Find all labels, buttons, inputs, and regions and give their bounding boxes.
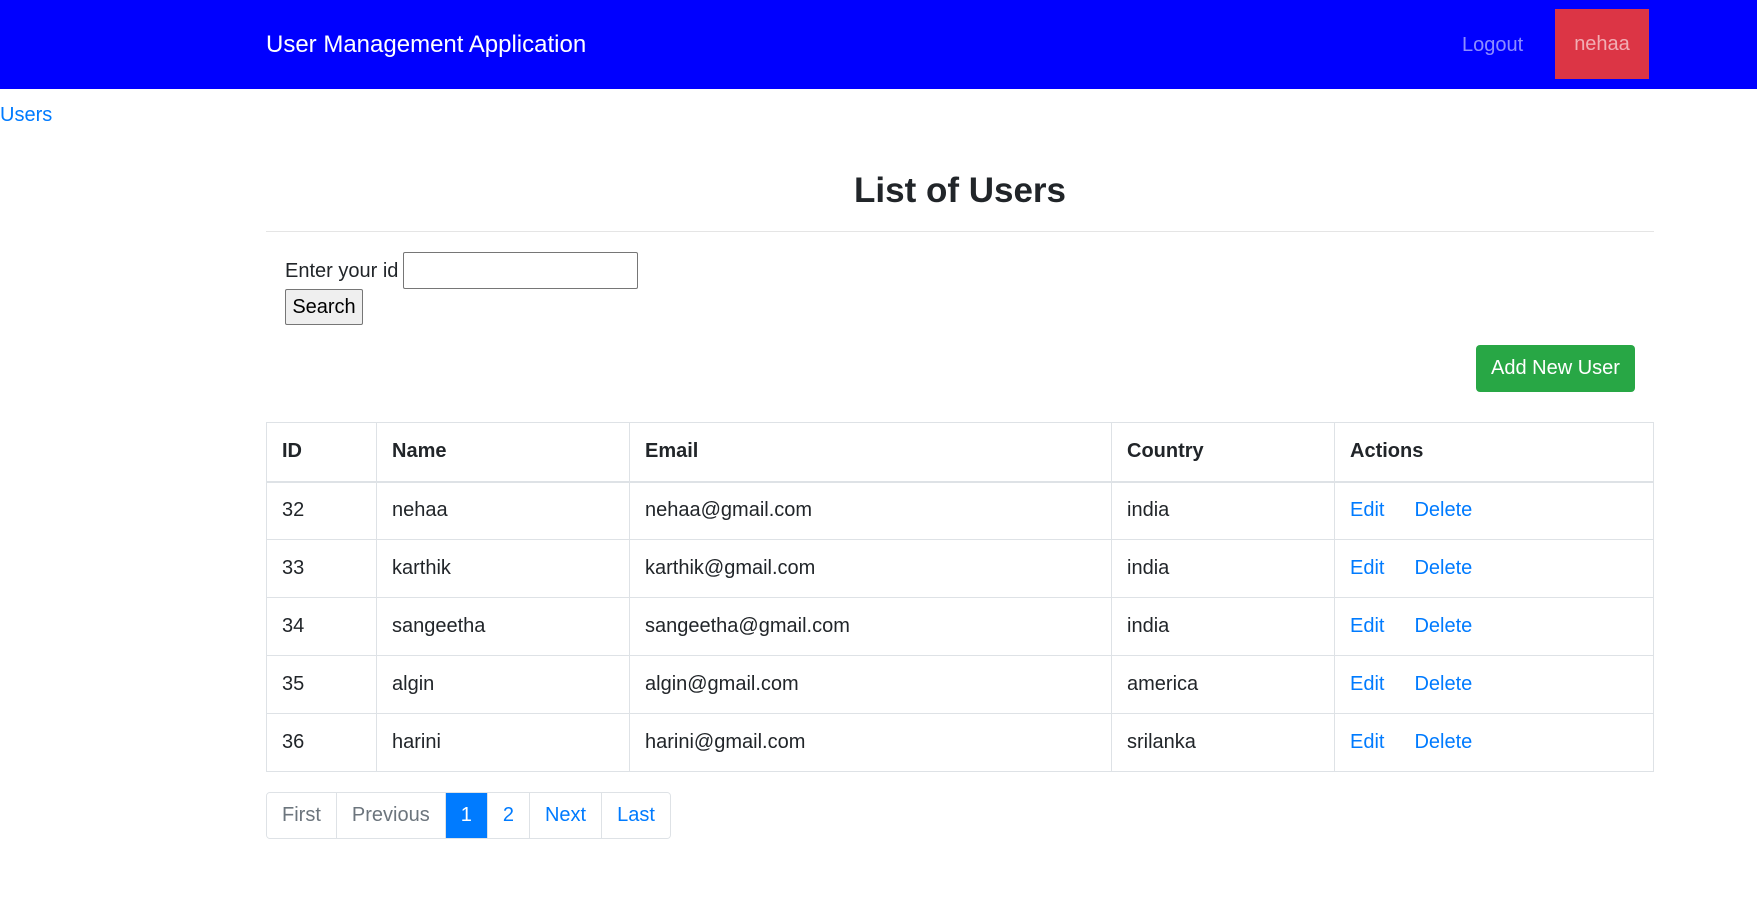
delete-link[interactable]: Delete bbox=[1414, 499, 1472, 521]
edit-link[interactable]: Edit bbox=[1350, 731, 1384, 753]
search-id-input[interactable] bbox=[403, 252, 638, 289]
cell-id: 35 bbox=[266, 655, 377, 714]
page-2[interactable]: 2 bbox=[486, 793, 529, 838]
cell-country: america bbox=[1111, 655, 1335, 714]
cell-actions: Edit Delete bbox=[1334, 597, 1654, 656]
delete-link[interactable]: Delete bbox=[1414, 615, 1472, 637]
page-last[interactable]: Last bbox=[601, 793, 670, 838]
cell-id: 32 bbox=[266, 481, 377, 540]
cell-actions: Edit Delete bbox=[1334, 713, 1654, 772]
page-first[interactable]: First bbox=[267, 793, 336, 838]
page-previous[interactable]: Previous bbox=[335, 793, 445, 838]
delete-link[interactable]: Delete bbox=[1414, 673, 1472, 695]
logout-link[interactable]: Logout bbox=[1462, 32, 1523, 58]
edit-link[interactable]: Edit bbox=[1350, 557, 1384, 579]
pagination: First Previous 1 2 Next Last bbox=[266, 792, 671, 839]
delete-link[interactable]: Delete bbox=[1414, 557, 1472, 579]
page-title: List of Users bbox=[854, 171, 1066, 210]
users-table: ID Name Email Country Actions 32 nehaa n… bbox=[266, 422, 1654, 772]
page-next[interactable]: Next bbox=[528, 793, 602, 838]
cell-email: nehaa@gmail.com bbox=[629, 481, 1112, 540]
column-header-name: Name bbox=[376, 422, 630, 483]
cell-email: algin@gmail.com bbox=[629, 655, 1112, 714]
cell-actions: Edit Delete bbox=[1334, 539, 1654, 598]
cell-name: nehaa bbox=[376, 481, 630, 540]
cell-actions: Edit Delete bbox=[1334, 481, 1654, 540]
cell-id: 34 bbox=[266, 597, 377, 656]
table-row: 34 sangeetha sangeetha@gmail.com india E… bbox=[266, 597, 1654, 656]
column-header-country: Country bbox=[1111, 422, 1335, 483]
cell-country: india bbox=[1111, 597, 1335, 656]
table-row: 32 nehaa nehaa@gmail.com india Edit Delet… bbox=[266, 481, 1654, 540]
current-user-badge[interactable]: nehaa bbox=[1555, 9, 1649, 79]
cell-id: 36 bbox=[266, 713, 377, 772]
delete-link[interactable]: Delete bbox=[1414, 731, 1472, 753]
top-navbar: User Management Application Logout nehaa bbox=[0, 0, 1757, 89]
cell-country: srilanka bbox=[1111, 713, 1335, 772]
divider bbox=[266, 231, 1654, 232]
table-row: 36 harini harini@gmail.com srilanka Edit… bbox=[266, 713, 1654, 772]
app-brand[interactable]: User Management Application bbox=[266, 30, 586, 60]
cell-name: karthik bbox=[376, 539, 630, 598]
add-new-user-button[interactable]: Add New User bbox=[1476, 345, 1635, 392]
search-button[interactable]: Search bbox=[285, 289, 363, 325]
edit-link[interactable]: Edit bbox=[1350, 499, 1384, 521]
users-breadcrumb-link[interactable]: Users bbox=[0, 103, 52, 127]
page-1[interactable]: 1 bbox=[444, 793, 487, 838]
cell-name: algin bbox=[376, 655, 630, 714]
cell-email: karthik@gmail.com bbox=[629, 539, 1112, 598]
cell-country: india bbox=[1111, 481, 1335, 540]
edit-link[interactable]: Edit bbox=[1350, 615, 1384, 637]
table-row: 33 karthik karthik@gmail.com india Edit D… bbox=[266, 539, 1654, 598]
search-id-label: Enter your id bbox=[285, 260, 399, 282]
cell-name: harini bbox=[376, 713, 630, 772]
cell-country: india bbox=[1111, 539, 1335, 598]
column-header-email: Email bbox=[629, 422, 1112, 483]
cell-email: sangeetha@gmail.com bbox=[629, 597, 1112, 656]
column-header-id: ID bbox=[266, 422, 377, 483]
table-row: 35 algin algin@gmail.com america Edit Del… bbox=[266, 655, 1654, 714]
cell-actions: Edit Delete bbox=[1334, 655, 1654, 714]
edit-link[interactable]: Edit bbox=[1350, 673, 1384, 695]
cell-id: 33 bbox=[266, 539, 377, 598]
cell-name: sangeetha bbox=[376, 597, 630, 656]
column-header-actions: Actions bbox=[1334, 422, 1654, 483]
cell-email: harini@gmail.com bbox=[629, 713, 1112, 772]
table-header-row: ID Name Email Country Actions bbox=[266, 422, 1654, 483]
